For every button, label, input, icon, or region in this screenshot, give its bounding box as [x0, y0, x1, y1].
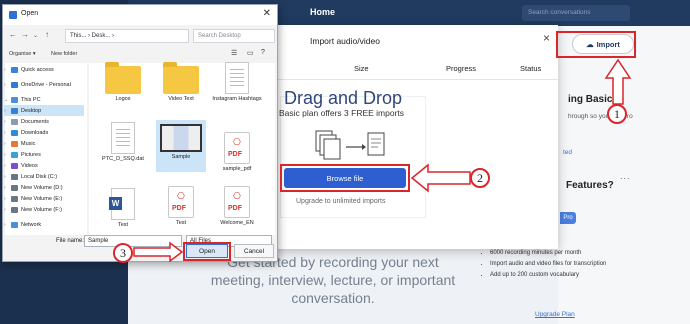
- step-3-marker: 3: [113, 243, 133, 263]
- step-2-marker: 2: [470, 168, 490, 188]
- annotation-arrows: [133, 58, 632, 263]
- step-1-marker: 1: [607, 104, 627, 124]
